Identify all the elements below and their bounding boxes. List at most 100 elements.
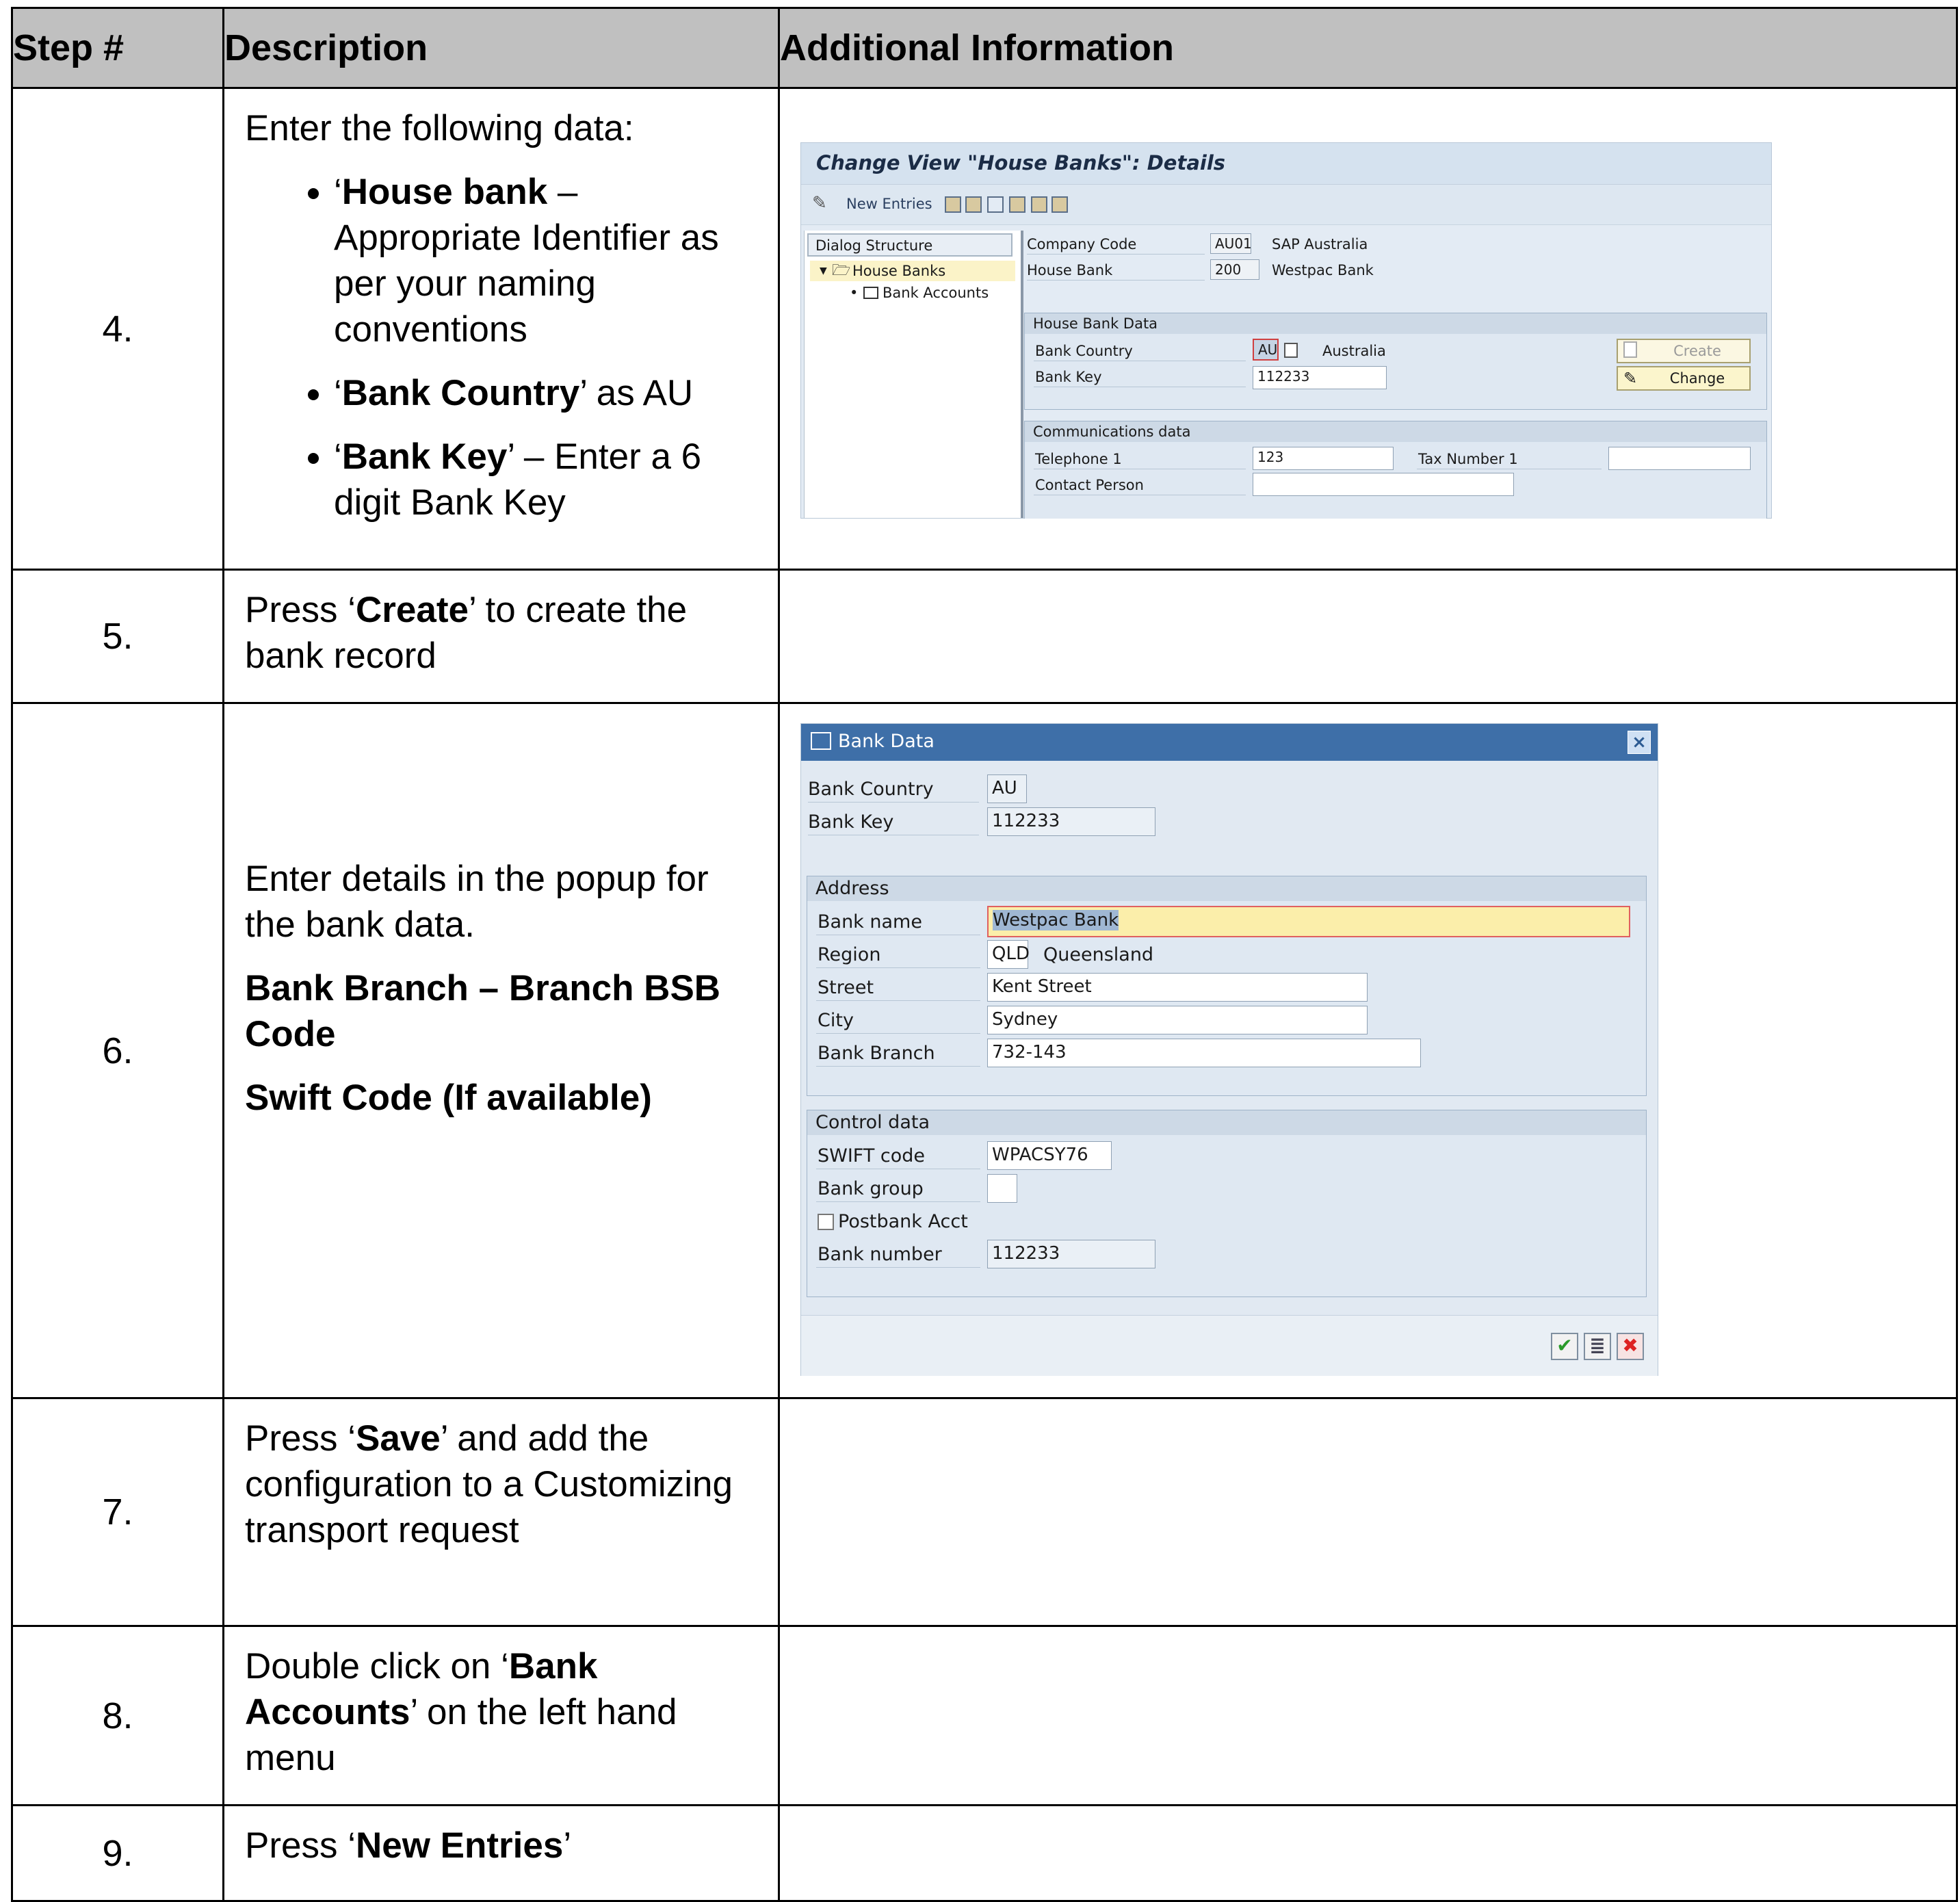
postbank-label: Postbank Acct [838,1211,968,1232]
bold-term: House bank [341,172,548,212]
bold-term: Bank Country [341,373,580,413]
text: ’ [563,1825,572,1866]
pencil-icon[interactable]: ✎ [812,193,827,213]
select-block-icon[interactable] [1031,196,1047,213]
header-row: Step # Description Additional Informatio… [11,7,1958,89]
step-info [778,1625,1958,1806]
select-all-icon[interactable] [1009,196,1025,213]
house-bank-name: Westpac Bank [1272,262,1374,278]
bank-country-label: Bank Country [808,779,934,800]
control-data-group: Control data [807,1110,1647,1297]
tax-number-label: Tax Number 1 [1418,451,1518,467]
group-title: House Bank Data [1025,313,1766,334]
quote: ‘ [334,437,342,477]
folder-open-icon: 🗁 [832,262,851,279]
bank-key-field: 112233 [987,807,1155,836]
bold-line: Swift Code (If available) [245,1075,764,1121]
bank-data-popup-screenshot: Bank Data × Bank Country AU Bank Key 112… [800,723,1658,1376]
quote: ‘ [334,172,342,212]
header-step: Step # [11,7,224,89]
close-icon[interactable]: × [1628,731,1651,754]
house-bank-label: House Bank [1027,262,1113,278]
tree-item-bank-accounts[interactable]: • Bank Accounts [810,283,1015,303]
tree-item-house-banks[interactable]: ▼ 🗁 House Banks [810,261,1015,281]
step-description: Press ‘Create’ to create the bank record [222,569,780,704]
text: Press ‘ [245,1418,356,1459]
step-text: Enter details in the popup for the bank … [245,859,709,945]
tree-label: Bank Accounts [883,285,989,301]
cancel-icon[interactable]: ✖ [1617,1333,1644,1360]
step-description: Enter details in the popup for the bank … [222,702,780,1399]
swift-code-field[interactable]: WPACSY76 [987,1141,1112,1170]
bank-key-field[interactable]: 112233 [1253,366,1387,389]
bold-term: New Entries [355,1825,564,1866]
change-button[interactable]: ✎ Change [1617,366,1751,391]
text: Double click on ‘ [245,1646,509,1686]
street-field[interactable]: Kent Street [987,973,1368,1002]
delete-icon[interactable] [965,196,982,213]
bank-country-field[interactable]: AU [1253,339,1279,361]
bank-name-field[interactable]: Westpac Bank [987,906,1630,937]
copy-icon[interactable] [945,196,961,213]
company-name: SAP Australia [1272,236,1368,252]
postbank-checkbox[interactable] [818,1214,834,1230]
expand-icon[interactable]: ▼ [820,261,827,281]
header-additional-info: Additional Information [778,7,1958,89]
bold-term: Bank Branch – Branch BSB Code [245,968,721,1054]
quote: ‘ [334,373,342,413]
bank-group-label: Bank group [818,1178,924,1199]
bold-term: Create [355,590,469,630]
folder-icon [863,287,878,299]
details-icon[interactable]: ≣ [1584,1333,1611,1360]
telephone-field[interactable]: 123 [1253,447,1394,470]
region-label: Region [818,944,881,965]
table-row: 8. Double click on ‘Bank Accounts’ on th… [11,1625,1958,1806]
new-entries-button[interactable]: New Entries [846,196,932,212]
step-description: Press ‘Save’ and add the configuration t… [222,1397,780,1627]
create-button[interactable]: Create [1617,339,1751,363]
step-info [778,569,1958,704]
bank-group-field[interactable] [987,1174,1017,1203]
value-help-icon[interactable] [1284,343,1298,358]
toolbar: ✎ New Entries [801,185,1771,225]
bank-number-field: 112233 [987,1240,1155,1268]
city-field[interactable]: Sydney [987,1006,1368,1034]
deselect-icon[interactable] [1051,196,1068,213]
tax-number-field[interactable] [1608,447,1751,470]
popup-title: Bank Data [838,731,935,752]
dialog-structure-header: Dialog Structure [807,233,1012,257]
company-code-label: Company Code [1027,236,1137,252]
bank-number-label: Bank number [818,1244,942,1265]
step-number: 7. [11,1397,224,1627]
bullet-text: ’ as AU [579,373,694,413]
bank-key-label: Bank Key [808,811,894,833]
window-icon [811,732,831,750]
bank-branch-field[interactable]: 732-143 [987,1039,1421,1067]
step-number: 5. [11,569,224,704]
undo-icon[interactable] [987,196,1004,213]
group-title: Address [807,876,1646,901]
screen-title-bar: Change View "House Banks": Details [801,143,1771,185]
bank-country-label: Bank Country [1035,343,1133,359]
tree-label: House Banks [852,263,946,279]
header-description: Description [222,7,780,89]
step-description: Press ‘New Entries’ [222,1804,780,1902]
street-label: Street [818,977,874,998]
list-item: ‘Bank Country’ as AU [334,370,764,416]
house-bank-field: 200 [1210,259,1259,280]
button-label: Change [1669,370,1725,387]
list-item: ‘Bank Key’ – Enter a 6 digit Bank Key [334,434,764,525]
region-field[interactable]: QLD [987,940,1030,969]
bullet-icon: • [850,285,859,301]
popup-footer [801,1315,1658,1376]
step-description: Enter the following data: ‘House bank – … [222,87,780,571]
confirm-icon[interactable]: ✔ [1551,1333,1578,1360]
text: Press ‘ [245,1825,356,1866]
region-name: Queensland [1043,944,1154,965]
text: Press ‘ [245,590,356,630]
bank-name-value: Westpac Bank [993,910,1119,930]
screen-title: Change View "House Banks": Details [816,151,1226,174]
contact-person-field[interactable] [1253,473,1514,496]
bullet-list: ‘House bank – Appropriate Identifier as … [245,169,764,525]
company-code-field: AU01 [1210,233,1252,254]
